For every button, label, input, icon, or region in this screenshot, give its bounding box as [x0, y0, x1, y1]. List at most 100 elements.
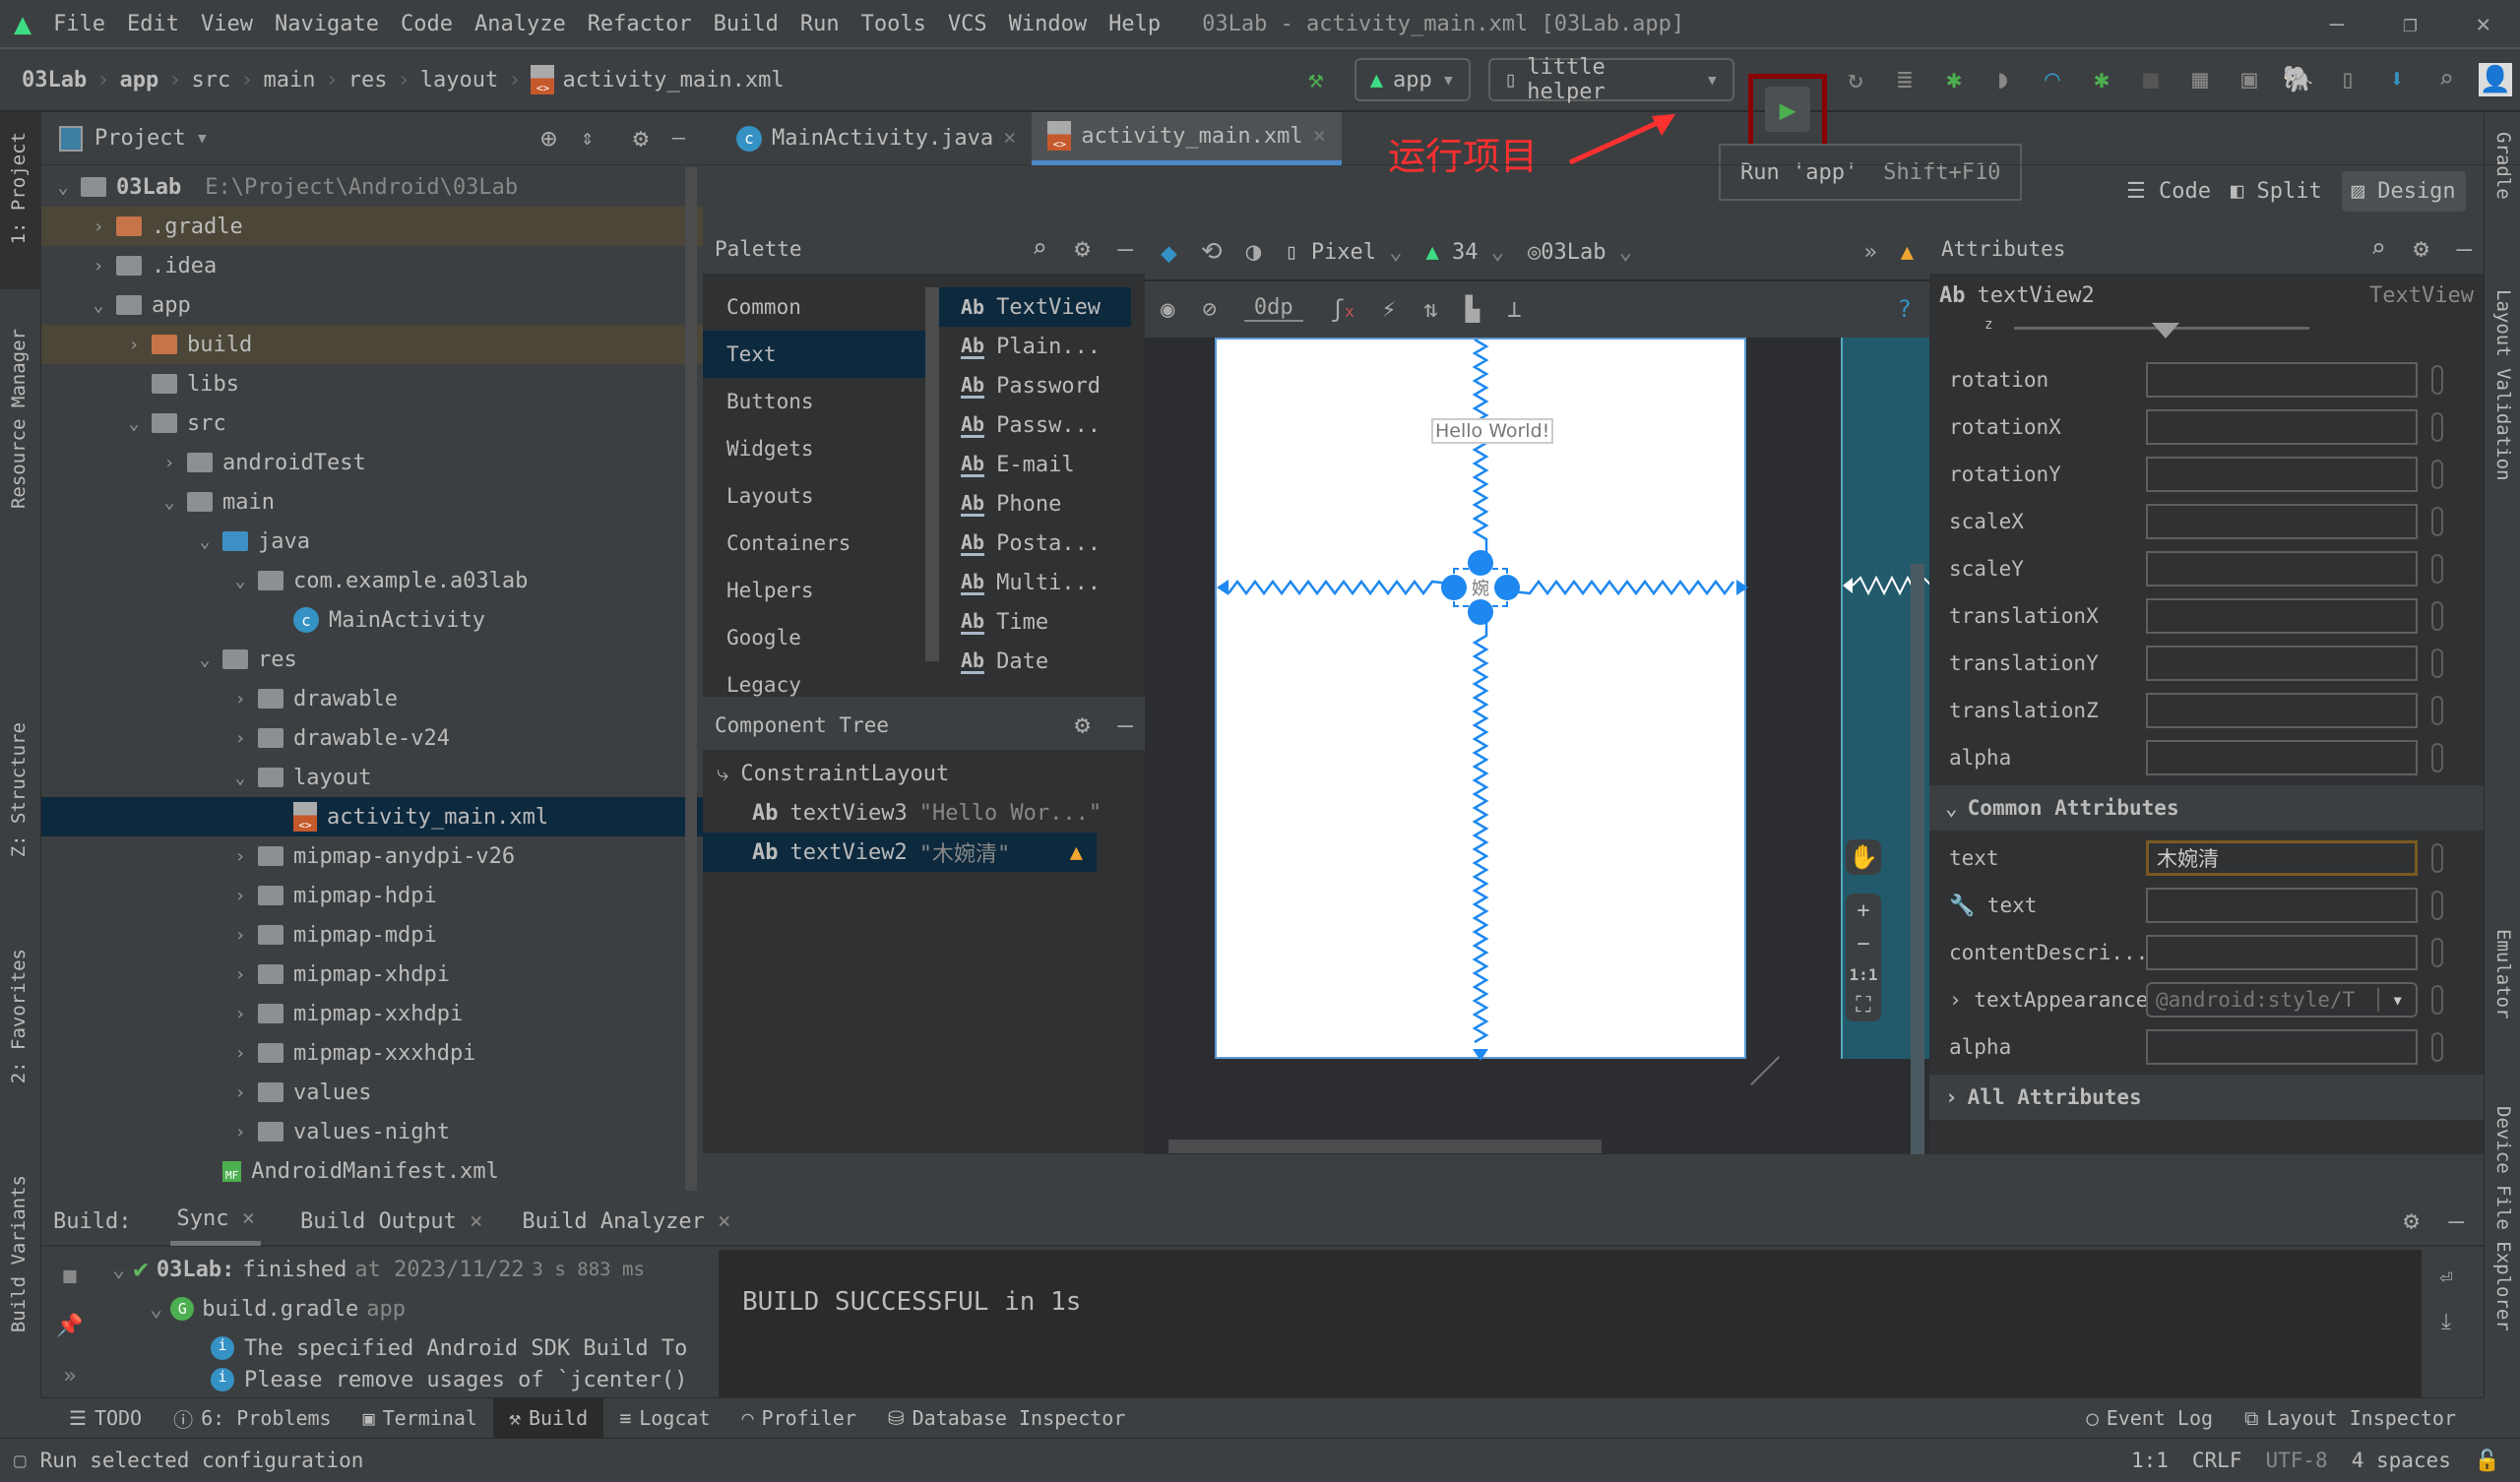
infer-constraints-icon[interactable]: ⚡ — [1382, 295, 1396, 323]
menu-refactor[interactable]: Refactor — [588, 12, 692, 36]
chevron-right-icon[interactable]: › — [87, 256, 110, 277]
pack-icon[interactable]: ⇅ — [1423, 295, 1437, 323]
tree-item[interactable]: › mipmap-xxxhdpi — [41, 1033, 703, 1073]
resource-picker-button[interactable] — [2431, 843, 2443, 873]
resource-picker-button[interactable] — [2431, 365, 2443, 395]
chevron-right-icon[interactable]: › — [122, 335, 146, 355]
textview3-preview[interactable]: Hello World! — [1431, 418, 1554, 444]
api-level-select[interactable]: ▲ 34 ⌄ — [1426, 240, 1505, 265]
resource-picker-button[interactable] — [2431, 601, 2443, 631]
project-view-select[interactable]: Project — [94, 126, 186, 151]
align-icon[interactable]: ▙ — [1466, 295, 1480, 323]
locate-icon[interactable]: ⊕ — [540, 122, 557, 154]
hide-icon[interactable]: — — [1117, 710, 1133, 740]
design-surface-icon[interactable]: ◆ — [1161, 236, 1177, 269]
chevron-right-icon[interactable]: › — [228, 925, 252, 946]
palette-category[interactable]: Buttons — [703, 378, 925, 425]
tree-item[interactable]: ⌄ main — [41, 482, 703, 522]
resource-picker-button[interactable] — [2431, 743, 2443, 772]
account-avatar[interactable]: 👤 — [2479, 63, 2512, 96]
orientation-icon[interactable]: ⟲ — [1201, 237, 1223, 267]
resource-picker-button[interactable] — [2431, 412, 2443, 442]
project-scrollbar[interactable] — [685, 167, 697, 1191]
chevron-right-icon[interactable]: › — [228, 689, 252, 710]
slider-thumb[interactable] — [2152, 323, 2179, 339]
chevron-right-icon[interactable]: › — [228, 1043, 252, 1064]
stop-icon[interactable]: ■ — [2134, 63, 2168, 96]
palette-item[interactable]: Ab Date — [939, 642, 1131, 681]
menu-run[interactable]: Run — [800, 12, 840, 36]
resource-picker-button[interactable] — [2431, 507, 2443, 536]
chevron-right-icon[interactable]: › — [158, 453, 181, 473]
profiler-icon[interactable]: ◠ — [2036, 63, 2069, 96]
lock-icon[interactable]: 🔓 — [2475, 1449, 2500, 1473]
search-icon[interactable]: ⌕ — [2429, 63, 2463, 96]
constraint-handle-left[interactable] — [1441, 575, 1467, 600]
tree-item[interactable]: › values — [41, 1073, 703, 1112]
device-select[interactable]: ▯ little helper ▾ — [1488, 55, 1734, 104]
chevron-right-icon[interactable]: › — [228, 846, 252, 867]
tree-item[interactable]: › build — [41, 325, 703, 364]
chevron-right-icon[interactable]: › — [228, 1082, 252, 1103]
breadcrumb-item[interactable]: main — [263, 68, 315, 93]
resize-handle[interactable] — [1750, 1056, 1799, 1105]
resource-picker-button[interactable] — [2431, 891, 2443, 920]
palette-category[interactable]: Containers — [703, 520, 925, 567]
palette-item[interactable]: Ab Time — [939, 602, 1131, 642]
profile-icon[interactable]: ◗ — [1986, 63, 2020, 96]
search-icon[interactable]: ⌕ — [1032, 234, 1047, 264]
tree-textview2[interactable]: Ab textView2 "木婉清" ▲ — [703, 833, 1097, 872]
resource-picker-button[interactable] — [2431, 1032, 2443, 1062]
hide-icon[interactable]: — — [2448, 1206, 2464, 1236]
tree-item[interactable]: › .idea — [41, 246, 703, 285]
stripe-resource-manager[interactable]: Resource Manager — [8, 329, 30, 509]
palette-item[interactable]: Ab Passw... — [939, 405, 1131, 445]
menu-vcs[interactable]: VCS — [948, 12, 987, 36]
sdk-manager-icon[interactable]: ⬇ — [2380, 63, 2414, 96]
attribute-input[interactable] — [2146, 551, 2418, 587]
zoom-out-button[interactable]: − — [1857, 932, 1869, 957]
chevron-right-icon[interactable]: › — [228, 1004, 252, 1024]
gear-icon[interactable]: ⚙ — [1075, 234, 1091, 264]
sync-gradle-icon[interactable]: 🐘 — [2282, 63, 2315, 96]
chevron-down-icon[interactable]: ⌄ — [51, 177, 75, 198]
close-tab-icon[interactable]: × — [1003, 126, 1016, 151]
palette-item[interactable]: Ab Password — [939, 366, 1131, 405]
zoom-in-button[interactable]: + — [1857, 898, 1869, 923]
build-message-row[interactable]: i The specified Android SDK Build To — [100, 1328, 750, 1368]
line-separator[interactable]: CRLF — [2192, 1449, 2242, 1472]
tab-build-output[interactable]: Build Output × — [300, 1209, 482, 1234]
gear-icon[interactable]: ⚙ — [633, 124, 649, 154]
menu-window[interactable]: Window — [1009, 12, 1087, 36]
help-icon[interactable]: ? — [1898, 295, 1912, 323]
build-message-row[interactable]: i Please remove usages of `jcenter() — [100, 1368, 750, 1397]
resource-picker-button[interactable] — [2431, 696, 2443, 725]
attribute-input[interactable] — [2146, 504, 2418, 539]
tree-item[interactable]: ⌄ app — [41, 285, 703, 325]
constraint-handle-bottom[interactable] — [1468, 599, 1493, 625]
stripe-project[interactable]: 1: Project — [8, 132, 30, 244]
zoom-fit-icon[interactable]: ⛶ — [1856, 993, 1870, 1018]
chevron-right-icon[interactable]: › — [228, 886, 252, 906]
tool-logcat[interactable]: ≡ Logcat — [603, 1398, 725, 1439]
attach-debugger-icon[interactable]: ✱ — [2085, 63, 2118, 96]
palette-category[interactable]: Common — [703, 283, 925, 331]
attribute-input[interactable]: 木婉清 — [2146, 840, 2418, 876]
stop-icon[interactable]: ■ — [63, 1264, 76, 1288]
design-canvas[interactable]: Hello World! 婉 ✋ + − 1:1 ⛶ — [1145, 338, 1929, 1154]
palette-item[interactable]: Ab Phone — [939, 484, 1131, 524]
tree-item[interactable]: › androidTest — [41, 443, 703, 482]
canvas-horizontal-scrollbar[interactable] — [1168, 1140, 1602, 1153]
tree-item[interactable]: › values-night — [41, 1112, 703, 1151]
breadcrumb-item[interactable]: app — [119, 68, 158, 93]
gear-icon[interactable]: ⚙ — [1075, 710, 1091, 740]
tree-item[interactable]: <> activity_main.xml — [41, 797, 703, 836]
apply-code-changes-icon[interactable]: ≣ — [1888, 63, 1922, 96]
palette-category[interactable]: Text — [703, 331, 925, 378]
view-options-icon[interactable]: ◉ — [1161, 295, 1174, 323]
run-config-select[interactable]: ▲ app ▾ — [1354, 58, 1471, 101]
project-structure-icon[interactable]: ▦ — [2183, 63, 2217, 96]
stripe-device-file-explorer[interactable]: Device File Explorer — [2492, 1106, 2514, 1331]
indent-setting[interactable]: 4 spaces — [2352, 1449, 2451, 1472]
zoom-reset-button[interactable]: 1:1 — [1850, 965, 1878, 984]
